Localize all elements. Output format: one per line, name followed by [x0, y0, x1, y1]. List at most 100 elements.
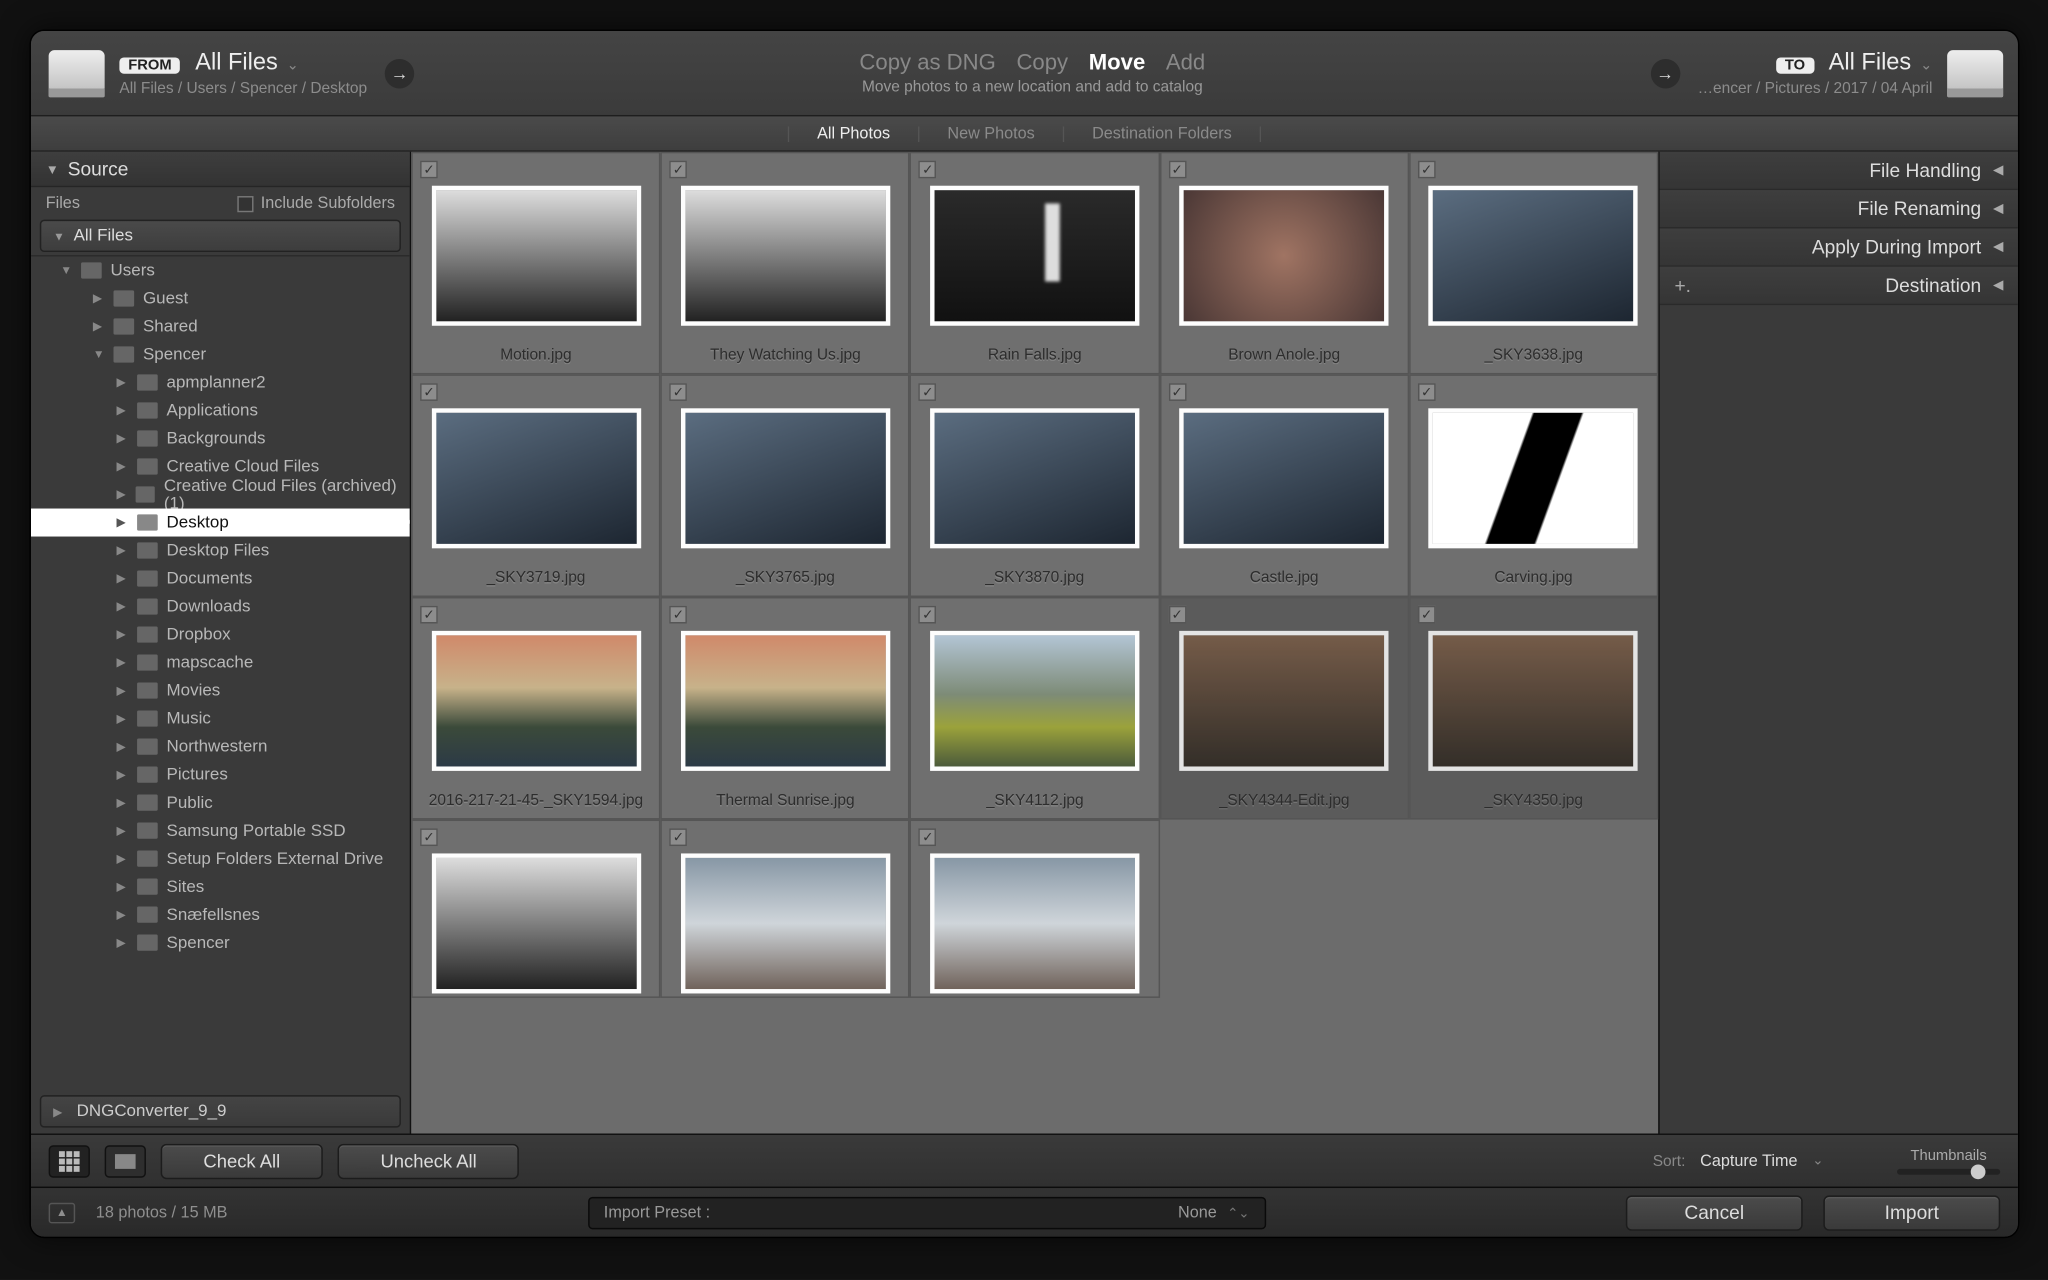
thumbnail-checkbox[interactable]: ✓	[1168, 161, 1186, 179]
uncheck-all-button[interactable]: Uncheck All	[338, 1143, 520, 1178]
tree-item[interactable]: ▶Dropbox	[31, 621, 410, 649]
import-button[interactable]: Import	[1823, 1195, 2000, 1230]
dest-dropdown-icon[interactable]: ⌄	[1920, 57, 1932, 73]
action-add[interactable]: Add	[1166, 50, 1205, 75]
thumbnail-image[interactable]	[681, 853, 890, 993]
cancel-button[interactable]: Cancel	[1626, 1195, 1803, 1230]
action-copy[interactable]: Copy	[1016, 50, 1068, 75]
check-all-button[interactable]: Check All	[161, 1143, 323, 1178]
thumbnail-cell[interactable]: ✓Carving.jpg	[1409, 374, 1658, 597]
thumbnail-size-slider[interactable]	[1897, 1168, 2000, 1174]
thumbnail-cell[interactable]: ✓_SKY3765.jpg	[661, 374, 910, 597]
sort-value[interactable]: Capture Time	[1700, 1152, 1797, 1170]
import-preset-bar[interactable]: Import Preset : None ⌃⌄	[588, 1196, 1266, 1228]
tree-item[interactable]: ▶mapscache	[31, 649, 410, 677]
tree-item[interactable]: ▶Samsung Portable SSD	[31, 817, 410, 845]
thumbnail-checkbox[interactable]: ✓	[1168, 606, 1186, 624]
dng-converter-item[interactable]: ▶DNGConverter_9_9	[40, 1095, 401, 1127]
thumbnail-cell[interactable]: ✓Castle.jpg	[1159, 374, 1408, 597]
tree-item[interactable]: ▶Sites	[31, 873, 410, 901]
tree-item[interactable]: ▶Desktop Files	[31, 537, 410, 565]
action-move[interactable]: Move	[1089, 50, 1146, 75]
thumbnail-image[interactable]	[1179, 186, 1388, 326]
tree-item[interactable]: ▶Downloads	[31, 593, 410, 621]
view-all-photos[interactable]: All Photos	[817, 125, 890, 143]
thumbnail-image[interactable]	[1179, 631, 1388, 771]
thumbnail-cell[interactable]: ✓_SKY4344-Edit.jpg	[1159, 597, 1408, 820]
thumbnail-image[interactable]	[1179, 408, 1388, 548]
thumbnail-cell[interactable]: ✓Thermal Sunrise.jpg	[661, 597, 910, 820]
thumbnail-image[interactable]	[681, 631, 890, 771]
thumbnail-cell[interactable]: ✓_SKY3719.jpg	[411, 374, 660, 597]
thumbnail-cell[interactable]: ✓They Watching Us.jpg	[661, 152, 910, 375]
tree-item[interactable]: ▶Applications	[31, 397, 410, 425]
thumbnail-cell[interactable]: ✓_SKY3638.jpg	[1409, 152, 1658, 375]
thumbnail-checkbox[interactable]: ✓	[420, 161, 438, 179]
tree-item[interactable]: ▶Public	[31, 789, 410, 817]
thumbnail-image[interactable]	[1429, 408, 1638, 548]
thumbnail-checkbox[interactable]: ✓	[1168, 383, 1186, 401]
tree-item[interactable]: ▶Backgrounds	[31, 425, 410, 453]
thumbnail-cell[interactable]: ✓Motion.jpg	[411, 152, 660, 375]
tree-item[interactable]: ▶Setup Folders External Drive	[31, 845, 410, 873]
source-dropdown-icon[interactable]: ⌄	[287, 57, 299, 73]
tree-item[interactable]: ▼Spencer	[31, 340, 410, 368]
thumbnail-image[interactable]	[930, 408, 1139, 548]
thumbnail-image[interactable]	[681, 408, 890, 548]
thumbnail-checkbox[interactable]: ✓	[919, 383, 937, 401]
view-new-photos[interactable]: New Photos	[947, 125, 1034, 143]
right-panel-apply-during-import[interactable]: Apply During Import◀	[1660, 228, 2018, 266]
thumbnail-image[interactable]	[1429, 631, 1638, 771]
tree-item[interactable]: ▶Spencer	[31, 929, 410, 957]
tree-item[interactable]: ▶Snæfellsnes	[31, 901, 410, 929]
tree-item[interactable]: ▶Movies	[31, 677, 410, 705]
thumbnail-grid[interactable]: ✓Motion.jpg✓They Watching Us.jpg✓Rain Fa…	[411, 152, 1658, 1134]
thumbnail-checkbox[interactable]: ✓	[669, 828, 687, 846]
thumbnail-image[interactable]	[930, 631, 1139, 771]
thumbnail-checkbox[interactable]: ✓	[669, 383, 687, 401]
thumbnail-image[interactable]	[681, 186, 890, 326]
thumbnail-cell[interactable]: ✓_SKY4350.jpg	[1409, 597, 1658, 820]
thumbnail-cell[interactable]: ✓2016-217-21-45-_SKY1594.jpg	[411, 597, 660, 820]
thumbnail-cell[interactable]: ✓	[661, 820, 910, 998]
thumbnail-image[interactable]	[930, 853, 1139, 993]
tree-users[interactable]: ▼ Users	[31, 256, 410, 284]
thumbnail-cell[interactable]: ✓	[910, 820, 1159, 998]
thumbnail-checkbox[interactable]: ✓	[1418, 161, 1436, 179]
preset-dropdown-icon[interactable]: ⌃⌄	[1227, 1205, 1249, 1220]
thumbnail-checkbox[interactable]: ✓	[420, 606, 438, 624]
thumbnail-cell[interactable]: ✓	[411, 820, 660, 998]
thumbnail-checkbox[interactable]: ✓	[420, 383, 438, 401]
thumbnail-cell[interactable]: ✓_SKY4112.jpg	[910, 597, 1159, 820]
thumbnail-image[interactable]	[431, 408, 640, 548]
thumbnail-image[interactable]	[930, 186, 1139, 326]
thumbnail-image[interactable]	[431, 853, 640, 993]
thumbnail-checkbox[interactable]: ✓	[669, 606, 687, 624]
right-panel-file-handling[interactable]: File Handling◀	[1660, 152, 2018, 190]
thumbnail-checkbox[interactable]: ✓	[669, 161, 687, 179]
tree-item[interactable]: ▶Creative Cloud Files (archived) (1)	[31, 481, 410, 509]
view-destination-folders[interactable]: Destination Folders	[1092, 125, 1232, 143]
tree-item[interactable]: ▶Pictures	[31, 761, 410, 789]
thumbnail-cell[interactable]: ✓_SKY3870.jpg	[910, 374, 1159, 597]
right-panel-file-renaming[interactable]: File Renaming◀	[1660, 190, 2018, 228]
expand-button[interactable]: ▲	[49, 1202, 76, 1223]
thumbnail-checkbox[interactable]: ✓	[1418, 606, 1436, 624]
all-files-root[interactable]: ▼All Files	[40, 220, 401, 252]
tree-item[interactable]: ▶Music	[31, 705, 410, 733]
add-destination-icon[interactable]: +.	[1674, 274, 1691, 296]
thumbnail-checkbox[interactable]: ✓	[919, 606, 937, 624]
sort-dropdown-icon[interactable]: ⌄	[1812, 1153, 1823, 1169]
thumbnail-cell[interactable]: ✓Rain Falls.jpg	[910, 152, 1159, 375]
tree-item[interactable]: ▶Guest	[31, 284, 410, 312]
source-panel-header[interactable]: ▼ Source	[31, 152, 410, 187]
tree-item[interactable]: ▶apmplanner2	[31, 369, 410, 397]
thumbnail-checkbox[interactable]: ✓	[420, 828, 438, 846]
tree-item[interactable]: ▶Desktop	[31, 509, 410, 537]
tree-item[interactable]: ▶Shared	[31, 312, 410, 340]
right-panel-destination[interactable]: +.Destination◀	[1660, 267, 2018, 305]
include-subfolders-checkbox[interactable]: Include Subfolders	[237, 195, 395, 213]
source-title[interactable]: All Files	[195, 49, 278, 76]
tree-item[interactable]: ▶Documents	[31, 565, 410, 593]
thumbnail-checkbox[interactable]: ✓	[919, 161, 937, 179]
